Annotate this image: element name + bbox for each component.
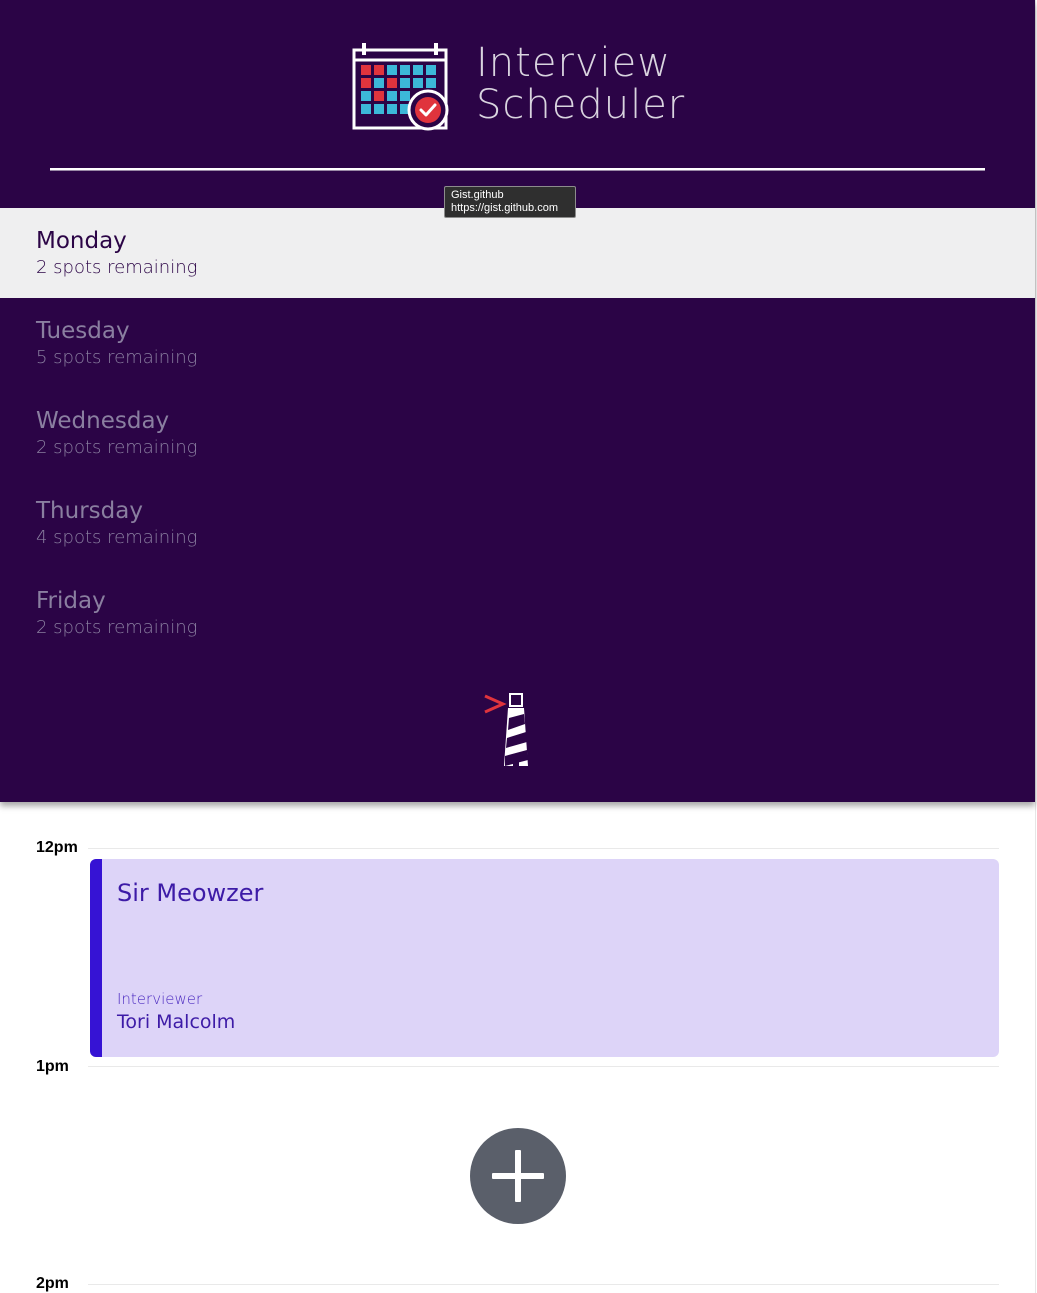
time-label: 12pm: [36, 839, 78, 856]
day-name: Wednesday: [36, 408, 170, 434]
calendar-icon: [352, 43, 449, 131]
day-spots: 5 spots remaining: [36, 347, 198, 368]
interviewer-label: Interviewer: [117, 990, 203, 1008]
day-name: Tuesday: [36, 318, 130, 344]
day-spots: 2 spots remaining: [36, 437, 198, 458]
appointment-card[interactable]: Sir Meowzer Interviewer Tori Malcolm: [90, 859, 999, 1057]
tooltip-url: https://gist.github.com: [451, 202, 558, 214]
day-item-tuesday[interactable]: Tuesday 5 spots remaining: [0, 298, 1035, 388]
sidebar: Interview Scheduler Gist.github https://…: [0, 0, 1035, 802]
day-spots: 2 spots remaining: [36, 257, 198, 278]
time-divider: [88, 1284, 999, 1285]
scroll-edge: [1035, 0, 1036, 1293]
day-name: Thursday: [36, 498, 143, 524]
day-name: Friday: [36, 588, 106, 614]
day-list: Monday 2 spots remaining Tuesday 5 spots…: [0, 208, 1035, 658]
day-item-wednesday[interactable]: Wednesday 2 spots remaining: [0, 388, 1035, 478]
add-appointment-button[interactable]: [470, 1128, 566, 1224]
student-name: Sir Meowzer: [117, 879, 264, 907]
app-title-line2: Scheduler: [476, 82, 686, 128]
app-title: Interview Scheduler: [476, 42, 685, 126]
day-item-friday[interactable]: Friday 2 spots remaining: [0, 568, 1035, 658]
lighthouse-icon: [484, 693, 528, 766]
time-divider: [88, 1066, 999, 1067]
time-divider: [88, 848, 999, 849]
schedule: 12pm Sir Meowzer Interviewer Tori Malcol…: [0, 802, 1035, 1293]
link-tooltip: Gist.github https://gist.github.com: [444, 186, 576, 218]
sidebar-separator: [50, 168, 985, 171]
day-item-thursday[interactable]: Thursday 4 spots remaining: [0, 478, 1035, 568]
day-name: Monday: [36, 228, 127, 254]
day-spots: 2 spots remaining: [36, 617, 198, 638]
tooltip-title: Gist.github: [451, 189, 504, 201]
time-label: 2pm: [36, 1275, 69, 1292]
day-item-monday[interactable]: Monday 2 spots remaining: [0, 208, 1035, 298]
interviewer-name: Tori Malcolm: [117, 1011, 236, 1033]
app-title-line1: Interview: [476, 40, 671, 86]
time-label: 1pm: [36, 1058, 69, 1075]
app-logo: Interview Scheduler: [352, 38, 692, 134]
day-spots: 4 spots remaining: [36, 527, 198, 548]
page: Interview Scheduler Gist.github https://…: [0, 0, 1037, 1293]
plus-icon: [492, 1150, 544, 1202]
